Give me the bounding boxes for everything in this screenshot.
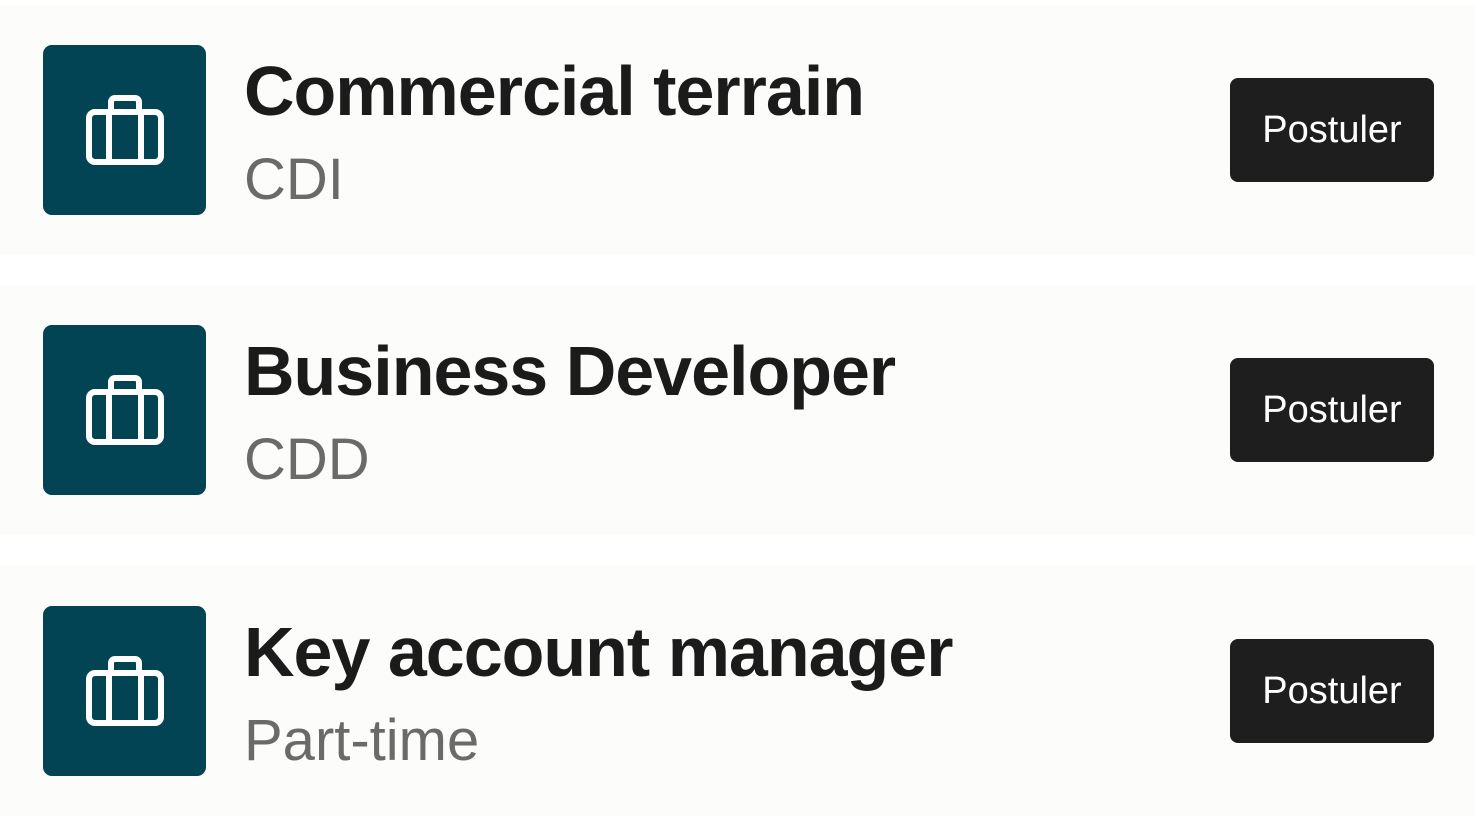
apply-button[interactable]: Postuler [1230,78,1434,182]
job-contract-type: CDD [244,427,370,492]
job-icon-tile [43,606,206,776]
job-title: Key account manager [244,613,953,691]
job-card: Key account manager Part-time Postuler [0,566,1475,816]
job-card: Commercial terrain CDI Postuler [0,5,1475,255]
job-title: Business Developer [244,332,896,410]
job-card: Business Developer CDD Postuler [0,285,1475,535]
job-icon-tile [43,325,206,495]
job-icon-tile [43,45,206,215]
apply-button[interactable]: Postuler [1230,639,1434,743]
briefcase-icon [85,656,164,726]
apply-button[interactable]: Postuler [1230,358,1434,462]
job-title: Commercial terrain [244,52,865,130]
briefcase-icon [85,375,164,445]
job-contract-type: CDI [244,147,344,212]
job-contract-type: Part-time [244,708,480,773]
briefcase-icon [85,95,164,165]
job-list: Commercial terrain CDI Postuler Business… [0,0,1475,816]
